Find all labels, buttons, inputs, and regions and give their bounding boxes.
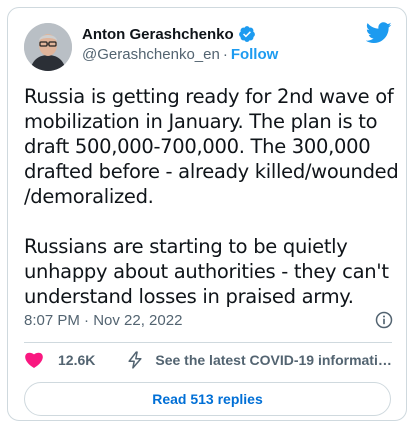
lightning-bolt-icon: [125, 350, 145, 370]
tweet-line: Russia is getting ready for 2nd wave of: [24, 85, 394, 108]
tweet-line: unhappy about authorities - they can't: [24, 260, 389, 283]
avatar[interactable]: [24, 23, 72, 71]
author-name[interactable]: Anton Gerashchenko: [82, 26, 234, 43]
read-replies-button[interactable]: Read 513 replies: [24, 382, 391, 416]
like-count: 12.6K: [58, 352, 96, 368]
info-icon[interactable]: [374, 310, 394, 330]
tweet-line: drafted before - already killed/wounded: [24, 160, 399, 183]
heart-icon: [24, 350, 44, 370]
author-name-row: Anton Gerashchenko: [82, 25, 256, 43]
author-handle-row: @Gerashchenko_en · Follow: [82, 46, 278, 63]
twitter-bird-icon[interactable]: [365, 22, 392, 44]
tweet-line: mobilization in January. The plan is to: [24, 110, 378, 133]
tweet-line: draft 500,000-700,000. The 300,000: [24, 135, 371, 158]
separator-dot: ·: [222, 46, 228, 63]
covid-info-link[interactable]: See the latest COVID-19 information on T…: [125, 350, 395, 370]
tweet-text: Russia is getting ready for 2nd wave of …: [24, 84, 399, 309]
verified-badge-icon: [238, 25, 256, 43]
tweet-line: Russians are starting to be quietly: [24, 235, 348, 258]
follow-button[interactable]: Follow: [231, 46, 279, 63]
read-replies-label: Read 513 replies: [152, 391, 263, 407]
tweet-card[interactable]: Anton Gerashchenko @Gerashchenko_en · Foll…: [7, 7, 407, 421]
tweet-line: understand losses in praised army.: [24, 285, 354, 308]
tweet-timestamp[interactable]: 8:07 PM · Nov 22, 2022: [24, 312, 182, 329]
tweet-actions: 12.6K See the latest COVID-19 informatio…: [24, 350, 395, 370]
divider: [24, 342, 392, 343]
author-handle[interactable]: @Gerashchenko_en: [82, 46, 220, 63]
covid-info-label: See the latest COVID-19 information on T…: [155, 352, 395, 368]
avatar-image: [24, 23, 72, 71]
tweet-line: /demoralized.: [24, 185, 154, 208]
like-button[interactable]: 12.6K: [24, 350, 95, 370]
tweet-meta-row: 8:07 PM · Nov 22, 2022: [24, 310, 394, 330]
